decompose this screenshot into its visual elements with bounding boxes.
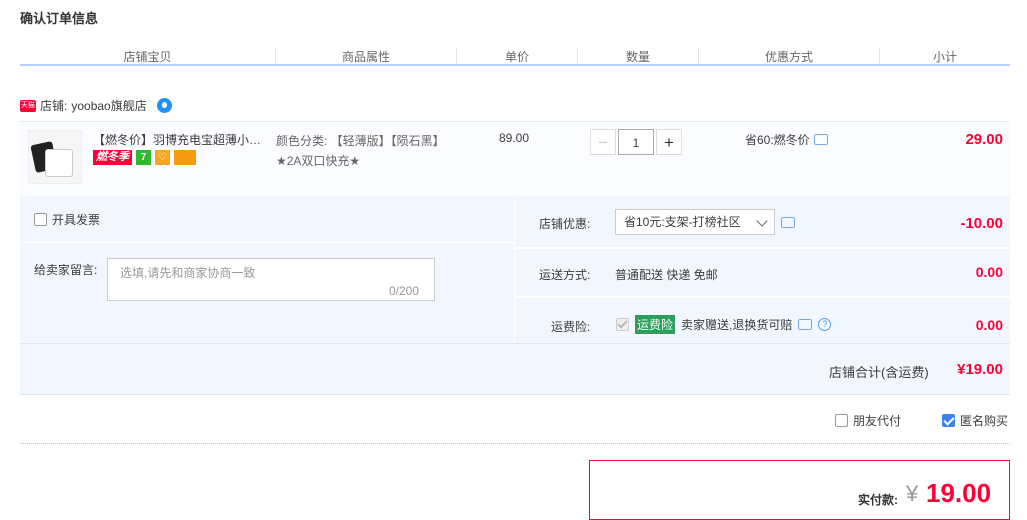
message-char-count: 0/200 <box>389 284 420 298</box>
payment-amount: 19.00 <box>926 478 992 508</box>
col-header-subtotal: 小计 <box>932 50 957 64</box>
divider <box>514 196 515 343</box>
quantity-stepper: − 1 + <box>590 129 682 155</box>
insurance-price: 0.00 <box>975 317 1003 333</box>
insurance-text: 卖家赠送,退换货可赔 <box>681 318 793 332</box>
divider <box>20 443 1010 445</box>
insurance-checkbox <box>616 318 629 331</box>
insurance-badge: 运费险 <box>635 315 676 334</box>
col-header-price: 单价 <box>504 50 529 64</box>
chevron-down-icon <box>756 215 768 227</box>
shop-discount-value: 省10元:支架-打榜社区 <box>624 215 741 229</box>
tmall-icon: 天猫 <box>20 99 36 112</box>
divider <box>515 296 1010 298</box>
promo-badge: 燃冬季 <box>93 150 132 165</box>
anonymous-label: 匿名购买 <box>960 414 1009 428</box>
currency-symbol: ¥ <box>906 481 919 506</box>
header-underline <box>20 64 1010 66</box>
attr-color: 颜色分类: 【轻薄版】【陨石黑】 <box>276 134 445 148</box>
col-header-item: 店铺宝贝 <box>123 50 172 64</box>
shop-total-label: 店铺合计(含运费) <box>829 365 929 380</box>
qty-decrement-button[interactable]: − <box>590 129 616 155</box>
anonymous-checkbox[interactable] <box>942 414 955 427</box>
attr-feature: ★2A双口快充★ <box>276 154 361 168</box>
invoice-checkbox[interactable] <box>34 213 47 226</box>
shop-discount-amount: -10.00 <box>960 215 1003 232</box>
wangwang-chat-icon[interactable] <box>156 98 172 113</box>
seven-day-return-icon: 7 <box>136 150 151 165</box>
payment-label: 实付款: <box>858 493 898 507</box>
shop-name-link[interactable]: yoobao旗舰店 <box>71 97 146 114</box>
help-icon[interactable]: ? <box>818 318 832 331</box>
friend-pay-label: 朋友代付 <box>853 414 902 428</box>
shop-discount-select[interactable]: 省10元:支架-打榜社区 <box>615 209 775 235</box>
product-thumbnail[interactable] <box>28 130 82 184</box>
comment-icon[interactable] <box>781 217 795 228</box>
message-placeholder: 选填,请先和商家协商一致 <box>120 266 256 280</box>
divider <box>515 247 1010 249</box>
friend-pay-option[interactable]: 朋友代付 <box>835 412 901 429</box>
product-image-device <box>45 149 73 177</box>
product-badges: 燃冬季 7 ♡ <box>93 150 196 165</box>
insurance-label: 运费险: <box>551 320 591 334</box>
shop-row: 天猫 店铺: yoobao旗舰店 <box>20 97 172 114</box>
divider <box>20 242 514 243</box>
item-discount: 省60:燃冬价 <box>745 131 828 148</box>
shipping-method: 普通配送 快递 免邮 <box>615 268 718 282</box>
message-label: 给卖家留言: <box>34 263 98 277</box>
shop-label: 店铺: <box>40 99 68 113</box>
friend-pay-checkbox[interactable] <box>835 414 848 427</box>
shop-discount-label: 店铺优惠: <box>539 217 591 231</box>
card-payment-icon <box>174 150 196 165</box>
anonymous-purchase-option[interactable]: 匿名购买 <box>942 412 1008 429</box>
page-title: 确认订单信息 <box>20 11 99 26</box>
product-name-link[interactable]: 【燃冬价】羽博充电宝超薄小巧便携 <box>93 131 271 148</box>
col-header-discount: 优惠方式 <box>764 50 813 64</box>
discount-text: 省60:燃冬价 <box>745 133 810 147</box>
guarantee-icon: ♡ <box>155 150 170 165</box>
qty-increment-button[interactable]: + <box>656 129 682 155</box>
invoice-label: 开具发票 <box>52 213 101 227</box>
item-subtotal: 29.00 <box>965 131 1003 148</box>
shipping-price: 0.00 <box>975 264 1003 280</box>
col-header-attr: 商品属性 <box>341 50 390 64</box>
qty-input[interactable]: 1 <box>618 129 654 155</box>
shop-total-value: ¥19.00 <box>957 361 1003 378</box>
comment-icon[interactable] <box>798 319 813 330</box>
shipping-label: 运送方式: <box>539 268 591 282</box>
insurance-option: 运费险 卖家赠送,退换货可赔 ? <box>616 315 832 334</box>
col-header-qty: 数量 <box>625 50 650 64</box>
unit-price: 89.00 <box>499 131 530 145</box>
product-attributes: 颜色分类: 【轻薄版】【陨石黑】 ★2A双口快充★ <box>276 131 445 171</box>
comment-icon[interactable] <box>813 134 828 145</box>
invoice-option[interactable]: 开具发票 <box>34 211 100 228</box>
